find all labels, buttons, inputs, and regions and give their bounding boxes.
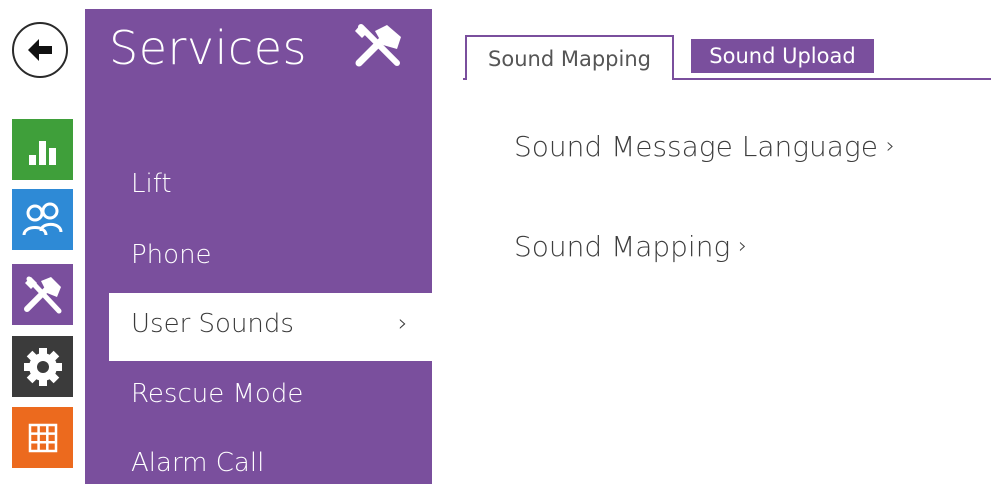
directory-users-icon: [22, 202, 62, 235]
settings-gear-icon: [23, 347, 62, 386]
sidebar-item-label: Rescue Mode: [131, 379, 304, 409]
sidebar-item-phone[interactable]: Phone: [85, 224, 432, 292]
system-nav-button[interactable]: [12, 407, 73, 468]
system-grid-icon: [28, 423, 57, 452]
services-nav-button[interactable]: [12, 264, 73, 325]
tab-sound-upload[interactable]: Sound Upload: [691, 39, 874, 73]
sidebar-item-label: Alarm Call: [131, 448, 265, 478]
sidebar-item-alarm-call[interactable]: Alarm Call: [85, 432, 432, 500]
sidebar-item-label: Lift: [131, 169, 172, 199]
services-header-tools-icon: [355, 24, 401, 67]
sidebar-item-label: Phone: [131, 240, 212, 270]
link-label: Sound Mapping: [514, 230, 731, 263]
sidebar-item-rescue-mode[interactable]: Rescue Mode: [85, 363, 432, 431]
back-button[interactable]: [12, 22, 68, 78]
status-nav-button[interactable]: [12, 119, 73, 180]
sound-message-language-link[interactable]: Sound Message Language ›: [514, 130, 895, 163]
services-tools-icon: [23, 276, 61, 313]
chevron-right-icon: ›: [398, 309, 408, 337]
settings-nav-button[interactable]: [12, 336, 73, 397]
sidebar-title: Services: [109, 21, 307, 75]
sidebar-item-user-sounds[interactable]: User Sounds ›: [109, 293, 432, 361]
directory-nav-button[interactable]: [12, 189, 73, 250]
back-arrow-icon: [28, 39, 52, 61]
link-label: Sound Message Language: [514, 130, 878, 163]
tab-sound-mapping[interactable]: Sound Mapping: [465, 35, 674, 80]
services-sidebar: Services Lift Phone User Sounds › Rescue…: [85, 9, 432, 484]
status-chart-icon: [28, 140, 56, 165]
sidebar-item-lift[interactable]: Lift: [85, 153, 432, 221]
chevron-right-icon: ›: [738, 234, 748, 259]
sidebar-item-label: User Sounds: [131, 309, 294, 339]
sound-mapping-link[interactable]: Sound Mapping ›: [514, 230, 747, 263]
chevron-right-icon: ›: [885, 134, 895, 159]
